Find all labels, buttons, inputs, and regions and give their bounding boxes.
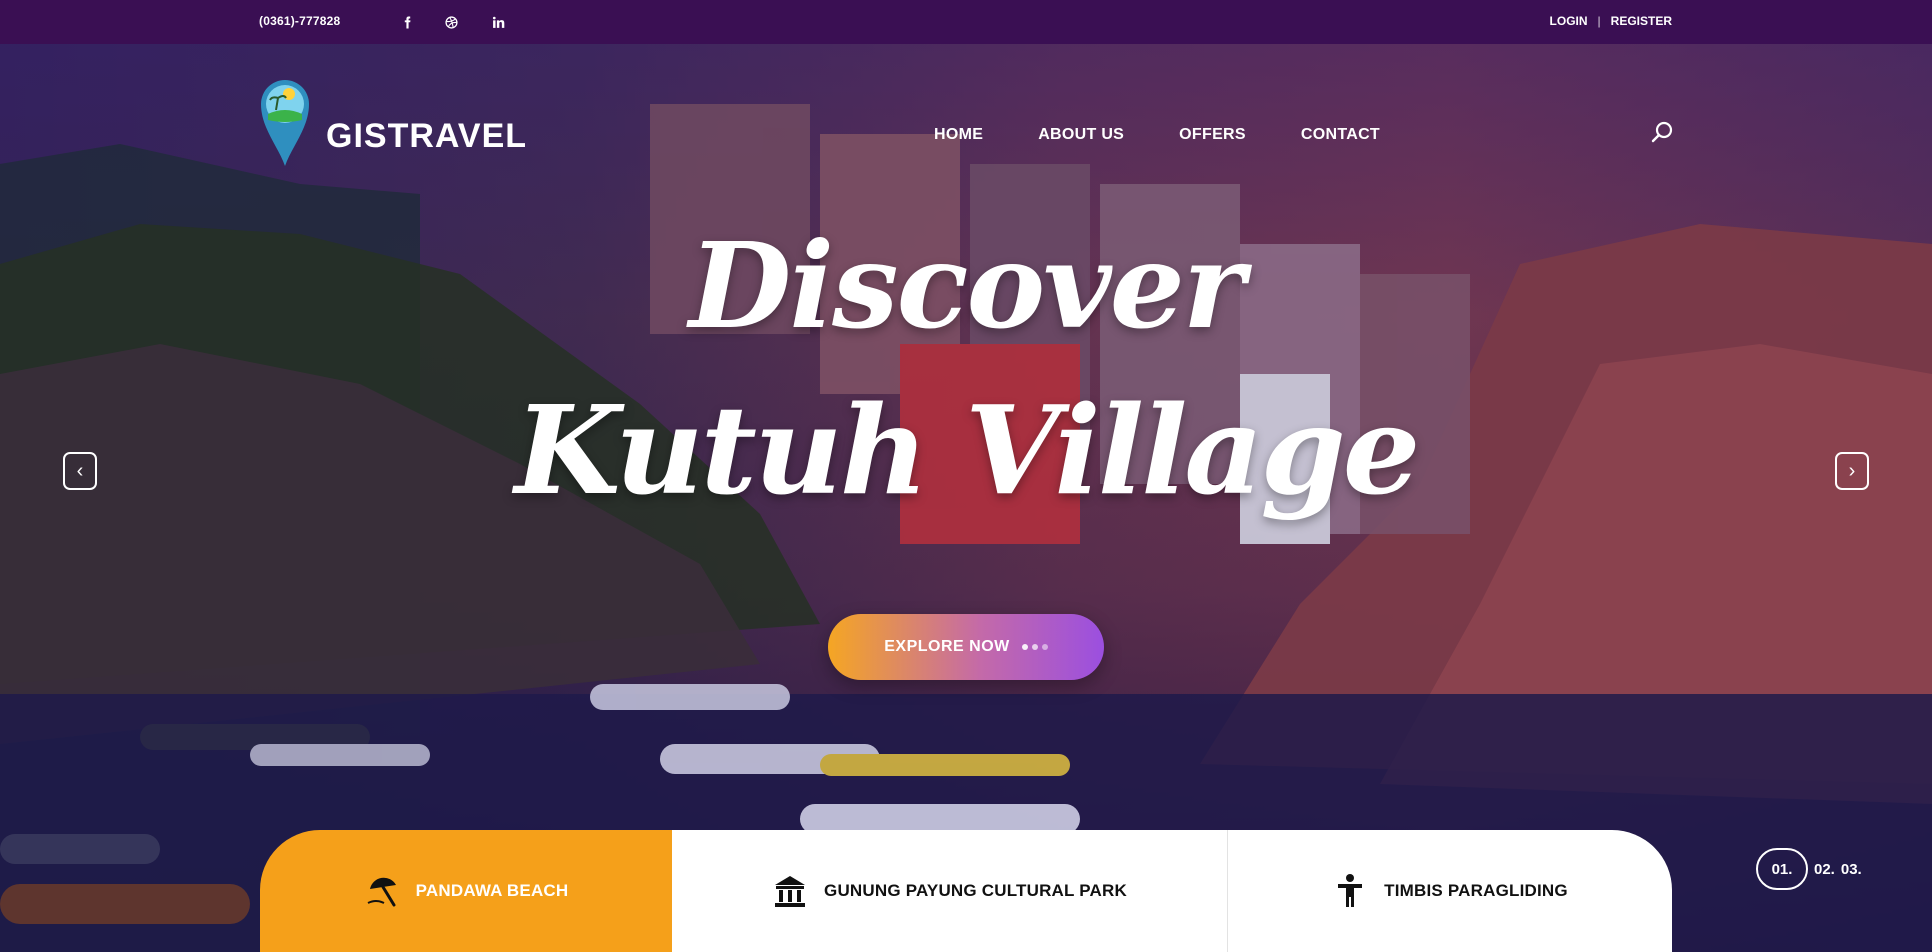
tab-label: TIMBIS PARAGLIDING [1384,881,1568,900]
brand-name: GISTRAVEL [326,116,528,155]
hero-title-line-2: Kutuh Village [514,378,1421,522]
nav-home[interactable]: HOME [934,126,983,144]
tab-gunung-payung-cultural-park[interactable]: GUNUNG PAYUNG CULTURAL PARK [672,830,1228,952]
dots-icon [1021,644,1048,650]
person-icon [1338,874,1363,907]
tab-pandawa-beach[interactable]: PANDAWA BEACH [260,830,672,952]
beach-umbrella-icon [367,877,396,907]
slide-pager: 01. 02. 03. [1756,848,1862,890]
main-nav: HOME ABOUT US OFFERS CONTACT [934,126,1380,144]
nav-about-us[interactable]: ABOUT US [1038,126,1124,144]
auth-separator: | [1597,14,1601,28]
page: (0361)-777828 LOGIN | REGISTER GISTRAVEL… [0,0,1932,952]
facebook-icon[interactable] [396,11,418,33]
hero-title-line-1: Discover [689,216,1245,355]
pager-item-3[interactable]: 03. [1841,861,1862,878]
chevron-right-icon[interactable]: › [1835,452,1869,490]
auth-links: LOGIN | REGISTER [1550,14,1672,28]
destination-tabs: PANDAWA BEACH GUNUNG PAYUNG CULTURAL PAR… [260,830,1672,952]
chevron-left-icon[interactable]: ‹ [63,452,97,490]
search-icon[interactable] [1650,120,1674,144]
pager-item-2[interactable]: 02. [1814,861,1835,878]
tab-label: PANDAWA BEACH [415,881,569,900]
top-bar: (0361)-777828 LOGIN | REGISTER [0,0,1932,44]
login-link[interactable]: LOGIN [1550,14,1588,28]
tab-label: GUNUNG PAYUNG CULTURAL PARK [824,881,1127,900]
explore-now-label: EXPLORE NOW [884,638,1010,655]
pager-item-1[interactable]: 01. [1756,848,1808,890]
explore-now-button[interactable]: EXPLORE NOW [828,614,1104,680]
register-link[interactable]: REGISTER [1611,14,1672,28]
nav-offers[interactable]: OFFERS [1179,126,1246,144]
brand-logo[interactable]: GISTRAVEL [258,76,527,168]
phone-number: (0361)-777828 [259,14,341,28]
map-pin-island-icon [261,80,309,166]
linkedin-icon[interactable] [487,11,509,33]
nav-contact[interactable]: CONTACT [1301,126,1380,144]
tab-timbis-paragliding[interactable]: TIMBIS PARAGLIDING [1228,830,1672,952]
hero-banner: GISTRAVEL HOME ABOUT US OFFERS CONTACT D… [0,44,1932,952]
museum-icon [775,876,806,907]
dribbble-icon[interactable] [440,11,462,33]
